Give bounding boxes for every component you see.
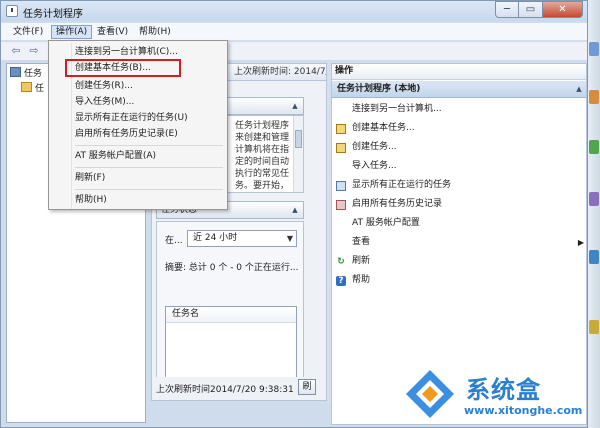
overview-text: 任务计划程序来创建和管理计算机将在指定的时间自动执行的常见任务。要开始，请单击“… (235, 121, 290, 190)
action-import-task[interactable]: 导入任务... (332, 157, 586, 176)
minimize-button[interactable]: ─ (495, 1, 519, 18)
history-icon (336, 200, 346, 210)
overview-scrollbar[interactable] (293, 116, 303, 192)
action-label: 帮助 (352, 275, 371, 285)
action-label: AT 服务帐户配置 (352, 218, 420, 228)
action-create-task[interactable]: 创建任务... (332, 138, 586, 157)
status-box: 在... 近 24 小时 ▼ 摘要: 总计 0 个 - 0 个正在运行... 任… (156, 221, 304, 387)
in-label: 在... (165, 236, 183, 246)
action-enable-history[interactable]: 启用所有任务历史记录 (332, 195, 586, 214)
watermark-url: www.xitonghe.com (464, 404, 583, 417)
action-at-service[interactable]: AT 服务帐户配置 (332, 214, 586, 233)
action-help[interactable]: ? 帮助 (332, 271, 586, 290)
desktop-app-icon[interactable] (589, 42, 599, 56)
menu-separator (75, 189, 223, 190)
watermark: 系统盒 www.xitonghe.com (396, 364, 596, 424)
action-label: 显示所有正在运行的任务 (352, 180, 452, 190)
close-button[interactable]: ✕ (543, 1, 583, 18)
action-connect[interactable]: 连接到另一台计算机... (332, 100, 586, 119)
help-icon: ? (336, 276, 346, 286)
action-label: 连接到另一台计算机... (352, 104, 442, 114)
menu-action[interactable]: 操作(A) (51, 25, 93, 39)
scheduler-icon (10, 67, 21, 77)
action-label: 创建基本任务... (352, 123, 415, 133)
menu-item-help[interactable]: 帮助(H) (51, 191, 225, 209)
action-label: 创建任务... (352, 142, 397, 152)
time-range-select[interactable]: 近 24 小时 ▼ (187, 230, 297, 247)
desktop-app-icon[interactable] (589, 192, 599, 206)
maximize-button[interactable]: ▭ (519, 1, 543, 18)
desktop-app-icon[interactable] (589, 320, 599, 334)
action-refresh[interactable]: ↻ 刷新 (332, 252, 586, 271)
collapse-arrow-icon[interactable]: ▲ (290, 206, 300, 214)
folder-icon (21, 82, 32, 92)
window-title: 任务计划程序 (23, 9, 83, 20)
tree-root-label: 任务 (24, 69, 43, 79)
chevron-down-icon: ▼ (286, 234, 293, 243)
action-label: 启用所有任务历史记录 (352, 199, 443, 209)
menu-item-enable-history[interactable]: 启用所有任务历史记录(E) (51, 125, 225, 143)
menu-bar: 文件(F) 操作(A) 查看(V) 帮助(H) (1, 23, 587, 41)
action-label: 刷新 (352, 256, 371, 266)
refresh-button[interactable]: 刷 (298, 379, 316, 395)
action-label: 查看 (352, 237, 371, 247)
back-arrow-icon[interactable]: ⇦ (9, 44, 23, 58)
menu-help[interactable]: 帮助(H) (135, 25, 175, 39)
menu-file[interactable]: 文件(F) (9, 25, 47, 39)
action-create-basic-task[interactable]: 创建基本任务... (332, 119, 586, 138)
last-refresh-time: 上次刷新时间2014/7/20 9:38:31 (156, 385, 294, 395)
task-scheduler-app-icon (6, 5, 18, 17)
time-range-value: 近 24 小时 (193, 233, 238, 243)
collapse-arrow-icon[interactable]: ▲ (574, 85, 584, 93)
task-list[interactable]: 任务名 (165, 306, 297, 384)
watermark-title: 系统盒 (466, 376, 541, 404)
refresh-bar: 上次刷新时间2014/7/20 9:38:31 刷 (152, 377, 326, 399)
menu-item-refresh[interactable]: 刷新(F) (51, 169, 225, 187)
summary-label: 摘要: 总计 0 个 - 0 个正在运行... (165, 263, 299, 273)
menu-separator (75, 145, 223, 146)
calendar-icon (336, 143, 346, 153)
tree-child-label: 任 (35, 84, 45, 94)
actions-title: 操作 (332, 64, 586, 80)
refresh-icon: ↻ (337, 257, 345, 267)
submenu-arrow-icon: ▶ (577, 238, 584, 247)
desktop-app-icon[interactable] (589, 140, 599, 154)
xitonghe-logo-icon (406, 370, 454, 418)
tree-item-library[interactable]: 任 (21, 82, 44, 95)
title-bar[interactable]: 任务计划程序 ─ ▭ ✕ (1, 1, 587, 21)
collapse-arrow-icon[interactable]: ▲ (290, 102, 300, 110)
calendar-icon (336, 124, 346, 134)
menu-view[interactable]: 查看(V) (93, 25, 132, 39)
scroll-thumb[interactable] (295, 130, 302, 148)
action-menu-dropdown: 连接到另一台计算机(C)... 创建基本任务(B)... 创建任务(R)... … (48, 40, 228, 210)
menu-separator (75, 167, 223, 168)
desktop-app-icon[interactable] (589, 90, 599, 104)
actions-subtitle: 任务计划程序 (本地) (337, 84, 421, 94)
desktop-app-icon[interactable] (589, 250, 599, 264)
tree-item-root[interactable]: 任务 (10, 67, 42, 80)
actions-subheader[interactable]: 任务计划程序 (本地) ▲ (332, 81, 586, 98)
menu-item-at-service[interactable]: AT 服务帐户配置(A) (51, 147, 225, 165)
action-label: 导入任务... (352, 161, 397, 171)
window-controls: ─ ▭ ✕ (495, 1, 583, 18)
action-view[interactable]: 查看 ▶ (332, 233, 586, 252)
menu-item-create-basic-task[interactable]: 创建基本任务(B)... (65, 59, 181, 77)
running-tasks-icon (336, 181, 346, 191)
action-show-running[interactable]: 显示所有正在运行的任务 (332, 176, 586, 195)
task-name-column-header[interactable]: 任务名 (166, 307, 296, 323)
forward-arrow-icon[interactable]: ⇨ (27, 44, 41, 58)
